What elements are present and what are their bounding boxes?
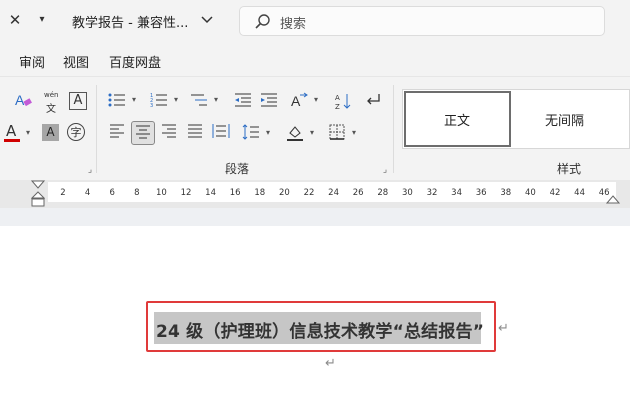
distributed-align-icon[interactable]	[210, 121, 232, 143]
font-color-dropdown-icon[interactable]: ▾	[24, 128, 32, 137]
svg-text:A: A	[15, 92, 25, 108]
style-no-spacing-label: 无间隔	[545, 114, 585, 129]
indent-marker-icon[interactable]	[30, 180, 46, 208]
increase-indent-icon[interactable]	[258, 89, 280, 111]
group-separator	[96, 85, 97, 173]
ruler-tick-label: 18	[254, 188, 266, 198]
ruler-tick-label: 8	[134, 188, 140, 198]
ruler-tick-label: 20	[278, 188, 290, 198]
page-gap	[0, 208, 630, 226]
ruler-tick-label: 42	[549, 188, 561, 198]
document-title: 教学报告 - 兼容性...	[72, 16, 189, 31]
quick-access-dropdown-icon[interactable]: ▾	[34, 10, 50, 30]
line-spacing-dropdown-icon[interactable]: ▾	[264, 128, 272, 137]
ruler-tick-label: 40	[524, 188, 536, 198]
menu-bar: 审阅 视图 百度网盘	[0, 44, 630, 76]
svg-text:A: A	[291, 93, 301, 108]
chevron-down-icon[interactable]	[198, 10, 216, 30]
show-marks-icon[interactable]	[362, 89, 384, 111]
enclosed-char-icon[interactable]: 字	[67, 123, 85, 141]
search-box[interactable]: 搜索	[239, 6, 605, 36]
style-no-spacing[interactable]: 无间隔	[512, 91, 622, 147]
title-bar: ✕ ▾ 教学报告 - 兼容性... 搜索	[0, 0, 630, 44]
shading-icon[interactable]	[284, 121, 306, 143]
chinese-layout-dropdown-icon[interactable]: ▾	[312, 95, 320, 104]
ruler-tick-label: 30	[401, 188, 413, 198]
clear-format-icon[interactable]: A	[12, 89, 34, 111]
paragraph-group-label: 段落	[225, 162, 250, 176]
ruler-tick-label: 6	[109, 188, 115, 198]
numbering-dropdown-icon[interactable]: ▾	[172, 95, 180, 104]
ruler-tick-label: 28	[377, 188, 389, 198]
ruler-tick-label: 26	[352, 188, 364, 198]
phonetic-guide-top: wén	[44, 91, 59, 99]
svg-text:3: 3	[150, 103, 153, 108]
ruler-tick-label: 38	[500, 188, 512, 198]
ruler-tick-label: 14	[205, 188, 217, 198]
char-border-icon[interactable]: A	[69, 92, 87, 110]
style-normal[interactable]: 正文	[404, 91, 511, 147]
ruler-tick-label: 4	[84, 188, 91, 198]
svg-text:Z: Z	[335, 103, 340, 110]
group-separator	[393, 85, 394, 173]
multilevel-list-icon[interactable]	[188, 89, 210, 111]
document-heading[interactable]: 24 级（护理班）信息技术教学“总结报告”	[156, 317, 484, 342]
line-spacing-icon[interactable]	[240, 121, 262, 143]
multilevel-dropdown-icon[interactable]: ▾	[212, 95, 220, 104]
menu-view[interactable]: 视图	[63, 52, 89, 71]
ruler-tick-label: 10	[155, 188, 167, 198]
phonetic-guide-bottom: 文	[46, 104, 56, 115]
close-icon[interactable]: ✕	[6, 10, 24, 30]
search-icon	[254, 13, 272, 31]
chinese-layout-icon[interactable]: A	[288, 89, 310, 111]
phonetic-guide-icon[interactable]: wén 文	[42, 91, 62, 115]
font-dialog-launcher-icon[interactable]: ⌟	[85, 165, 95, 175]
ruler-tick-label: 12	[180, 188, 192, 198]
align-center-icon[interactable]	[131, 121, 155, 145]
svg-text:A: A	[335, 94, 340, 102]
paragraph-dialog-launcher-icon[interactable]: ⌟	[380, 165, 390, 175]
char-shading-icon[interactable]: A	[42, 124, 59, 141]
styles-group-label: 样式	[557, 162, 582, 176]
font-color-letter: A	[6, 122, 17, 140]
justify-icon[interactable]	[184, 121, 206, 143]
font-color-bar	[4, 139, 20, 142]
paragraph-mark: ↵	[325, 356, 336, 371]
ruler-tick-label: 34	[451, 188, 463, 198]
ruler-tick-label: 16	[229, 188, 241, 198]
menu-review[interactable]: 审阅	[19, 52, 45, 71]
ruler-tick-label: 22	[303, 188, 315, 198]
menu-baidu-netdisk[interactable]: 百度网盘	[109, 52, 161, 71]
ruler-tick-label: 2	[60, 188, 66, 198]
ruler-tick-label: 44	[574, 188, 586, 198]
ruler-tick-label: 36	[475, 188, 487, 198]
bullets-icon[interactable]	[106, 89, 128, 111]
search-placeholder: 搜索	[280, 17, 307, 32]
ruler-tick-label: 32	[426, 188, 438, 198]
paragraph-mark: ↵	[498, 321, 509, 336]
font-color-icon[interactable]: A	[4, 122, 20, 144]
style-normal-label: 正文	[444, 114, 471, 129]
numbering-icon[interactable]: 123	[148, 89, 170, 111]
sort-icon[interactable]: AZ	[332, 89, 354, 111]
align-right-icon[interactable]	[158, 121, 180, 143]
borders-dropdown-icon[interactable]: ▾	[350, 128, 358, 137]
align-left-icon[interactable]	[106, 121, 128, 143]
shading-dropdown-icon[interactable]: ▾	[308, 128, 316, 137]
ruler-tick-label: 24	[328, 188, 340, 198]
bullets-dropdown-icon[interactable]: ▾	[130, 95, 138, 104]
borders-icon[interactable]	[326, 121, 348, 143]
decrease-indent-icon[interactable]	[232, 89, 254, 111]
ruler-tick-label: 46	[598, 188, 610, 198]
